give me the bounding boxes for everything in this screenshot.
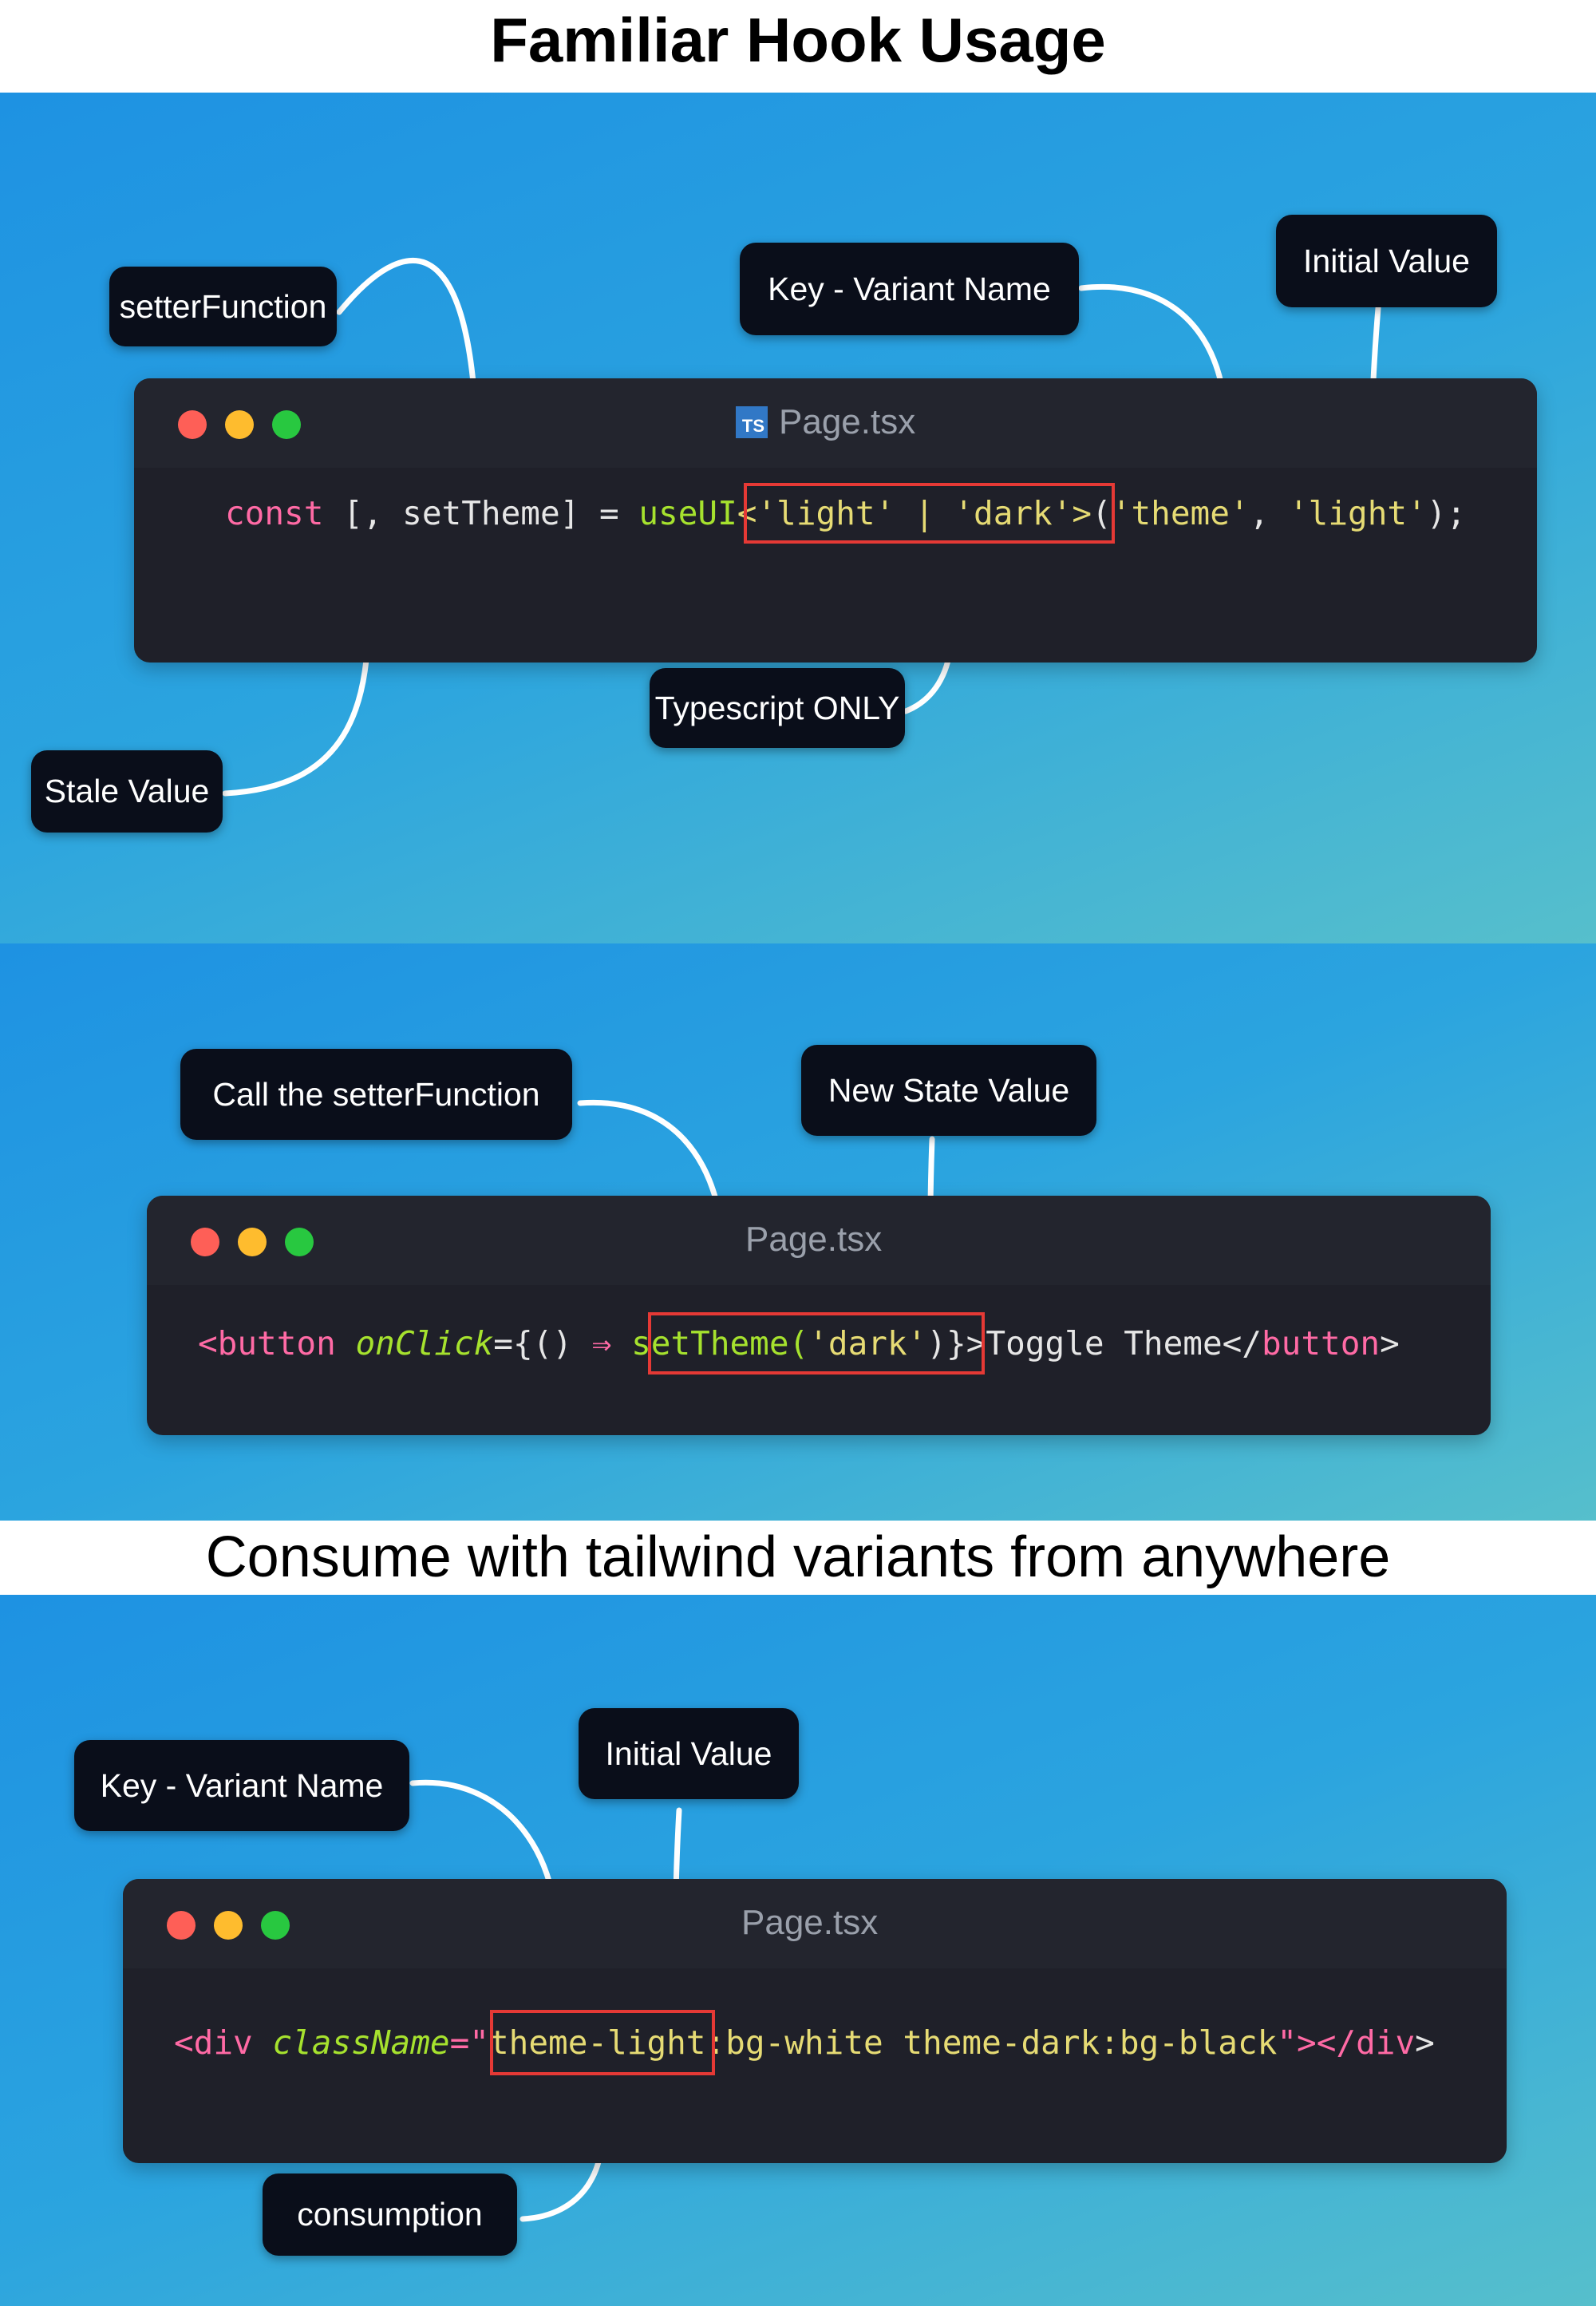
- close-window-icon[interactable]: [178, 410, 207, 439]
- maximize-window-icon[interactable]: [272, 410, 301, 439]
- callout-setter-function: setterFunction: [109, 267, 337, 346]
- code-window: Page.tsx <button onClick={() ⇒ setTheme(…: [147, 1196, 1491, 1435]
- callout-initial-value: Initial Value: [579, 1708, 799, 1799]
- code-arg-key: 'theme': [1111, 494, 1250, 532]
- window-titlebar: TS Page.tsx: [134, 378, 1537, 468]
- window-titlebar: Page.tsx: [123, 1879, 1507, 1968]
- close-window-icon[interactable]: [191, 1228, 219, 1256]
- file-tab[interactable]: TS Page.tsx: [736, 398, 915, 446]
- variant-highlight: [490, 2010, 715, 2075]
- code-close: );: [1426, 494, 1467, 532]
- code-window: Page.tsx <div className="theme-light:bg-…: [123, 1879, 1507, 2163]
- code-gt: >: [1415, 2023, 1435, 2062]
- code-attr-classname: className: [252, 2023, 450, 2062]
- maximize-window-icon[interactable]: [261, 1911, 290, 1940]
- file-tab[interactable]: Page.tsx: [745, 1216, 882, 1264]
- code-attr-onclick: onClick: [335, 1324, 494, 1363]
- minimize-window-icon[interactable]: [238, 1228, 267, 1256]
- callout-call-setter: Call the setterFunction: [180, 1049, 572, 1140]
- maximize-window-icon[interactable]: [285, 1228, 314, 1256]
- callout-typescript-only: Typescript ONLY: [650, 668, 905, 748]
- setter-call-panel: Page.tsx <button onClick={() ⇒ setTheme(…: [0, 943, 1596, 1521]
- code-line: <div className="theme-light:bg-white the…: [174, 2015, 1435, 2071]
- callout-consumption: consumption: [263, 2173, 517, 2256]
- code-button-text: }>Toggle Theme</: [946, 1324, 1262, 1363]
- tailwind-variant-panel: Page.tsx <div className="theme-light:bg-…: [0, 1595, 1596, 2306]
- callout-key-variant-name: Key - Variant Name: [74, 1740, 409, 1831]
- minimize-window-icon[interactable]: [225, 410, 254, 439]
- code-window: TS Page.tsx const [, setTheme] = useUI<'…: [134, 378, 1537, 663]
- minimize-window-icon[interactable]: [214, 1911, 243, 1940]
- setter-call-highlight: [648, 1312, 985, 1375]
- callout-stale-value: Stale Value: [31, 750, 223, 833]
- code-tag-open: <div: [174, 2023, 253, 2062]
- callout-key-variant-name: Key - Variant Name: [740, 243, 1079, 335]
- code-destructure: [, setTheme] =: [323, 494, 639, 532]
- typescript-generic-highlight: [744, 483, 1115, 544]
- heading-consume: Consume with tailwind variants from anyw…: [205, 1525, 1391, 1589]
- code-end-quote: "></: [1277, 2023, 1357, 2062]
- file-tab-label: Page.tsx: [779, 402, 916, 441]
- code-eq-quote: =": [449, 2023, 489, 2062]
- code-arg-initial: 'light': [1288, 494, 1427, 532]
- code-tag-close: button: [1262, 1324, 1381, 1363]
- close-window-icon[interactable]: [167, 1911, 196, 1940]
- code-comma: ,: [1249, 494, 1289, 532]
- code-tag-open: <button: [198, 1324, 336, 1363]
- code-gt: >: [1380, 1324, 1400, 1363]
- window-titlebar: Page.tsx: [147, 1196, 1491, 1285]
- code-tag-close: div: [1356, 2023, 1416, 2062]
- code-eq-brace: ={(): [493, 1324, 592, 1363]
- code-hook-name: useUI: [638, 494, 737, 532]
- file-tab-label: Page.tsx: [745, 1220, 883, 1259]
- typescript-file-icon: TS: [736, 406, 768, 438]
- hook-usage-panel: TS Page.tsx const [, setTheme] = useUI<'…: [0, 93, 1596, 943]
- heading-hook-usage: Familiar Hook Usage: [490, 5, 1106, 75]
- code-arrow-operator: ⇒: [591, 1324, 612, 1363]
- callout-new-state-value: New State Value: [801, 1045, 1096, 1136]
- file-tab-label: Page.tsx: [741, 1903, 879, 1942]
- file-tab[interactable]: Page.tsx: [741, 1899, 878, 1947]
- callout-initial-value: Initial Value: [1276, 215, 1497, 307]
- code-keyword-const: const: [225, 494, 324, 532]
